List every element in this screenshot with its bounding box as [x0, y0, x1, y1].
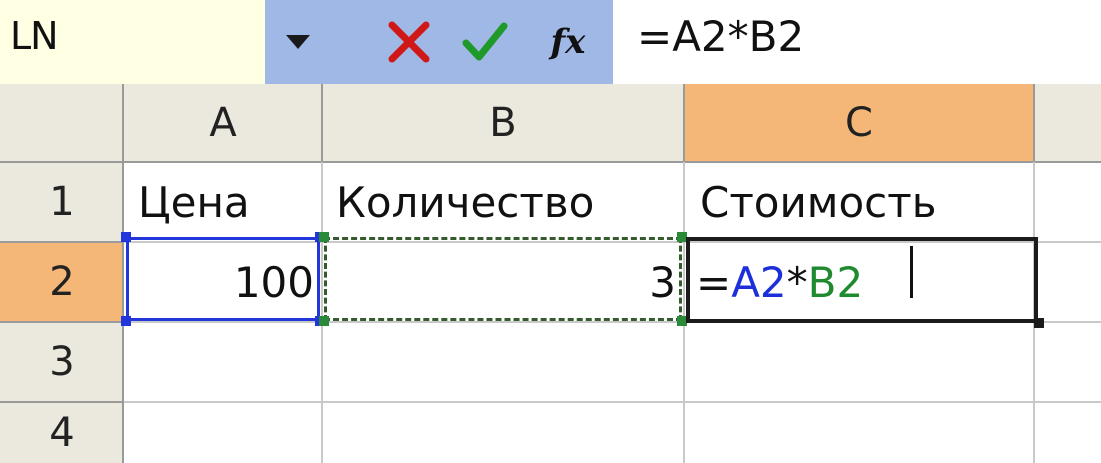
header-divider: [0, 401, 124, 403]
header-divider: [0, 241, 124, 243]
cell-a3[interactable]: [124, 322, 322, 402]
header-divider: [1033, 84, 1035, 162]
cell-c3[interactable]: [684, 322, 1034, 402]
cell-b4[interactable]: [322, 402, 684, 463]
name-box-dropdown-button[interactable]: [278, 0, 318, 84]
cell-a1[interactable]: Цена: [124, 162, 322, 242]
cell-c1[interactable]: Стоимость: [684, 162, 1034, 242]
cancel-button[interactable]: [378, 0, 440, 84]
formula-text[interactable]: =A2*B2: [637, 12, 804, 61]
ref-handle[interactable]: [121, 316, 131, 326]
active-cell-c2: [686, 237, 1038, 323]
row-header-4[interactable]: 4: [0, 402, 124, 463]
cell-b3[interactable]: [322, 322, 684, 402]
select-all-corner[interactable]: [0, 84, 124, 162]
cell-b1[interactable]: Количество: [322, 162, 684, 242]
fx-icon: fx: [550, 22, 586, 62]
ref-handle[interactable]: [121, 232, 131, 242]
name-box-value[interactable]: LN: [10, 14, 59, 58]
reference-highlight-b2: [324, 237, 682, 321]
row-header-2[interactable]: 2: [0, 242, 124, 322]
reference-highlight-a2: [126, 237, 320, 321]
header-divider: [321, 84, 323, 162]
cell-c4[interactable]: [684, 402, 1034, 463]
fill-handle[interactable]: [1034, 318, 1044, 328]
ref-handle[interactable]: [319, 316, 329, 326]
text-caret: [910, 246, 913, 298]
cell-a4[interactable]: [124, 402, 322, 463]
name-box[interactable]: LN: [0, 0, 265, 84]
header-divider: [683, 84, 685, 162]
ref-handle[interactable]: [319, 232, 329, 242]
chevron-down-icon: [286, 35, 310, 49]
row-header-1[interactable]: 1: [0, 162, 124, 242]
checkmark-icon: [462, 22, 508, 61]
column-header-b[interactable]: B: [322, 84, 684, 162]
insert-function-button[interactable]: fx: [536, 0, 600, 84]
formula-bar-row: LN fx =A2*B2: [0, 0, 1101, 84]
row-header-3[interactable]: 3: [0, 322, 124, 402]
column-header-a[interactable]: A: [124, 84, 322, 162]
enter-button[interactable]: [454, 0, 516, 84]
formula-input[interactable]: =A2*B2: [613, 0, 1101, 84]
column-header-c[interactable]: C: [684, 84, 1034, 162]
header-divider: [0, 321, 124, 323]
column-header-d[interactable]: [1034, 84, 1101, 162]
close-x-icon: [388, 21, 430, 63]
